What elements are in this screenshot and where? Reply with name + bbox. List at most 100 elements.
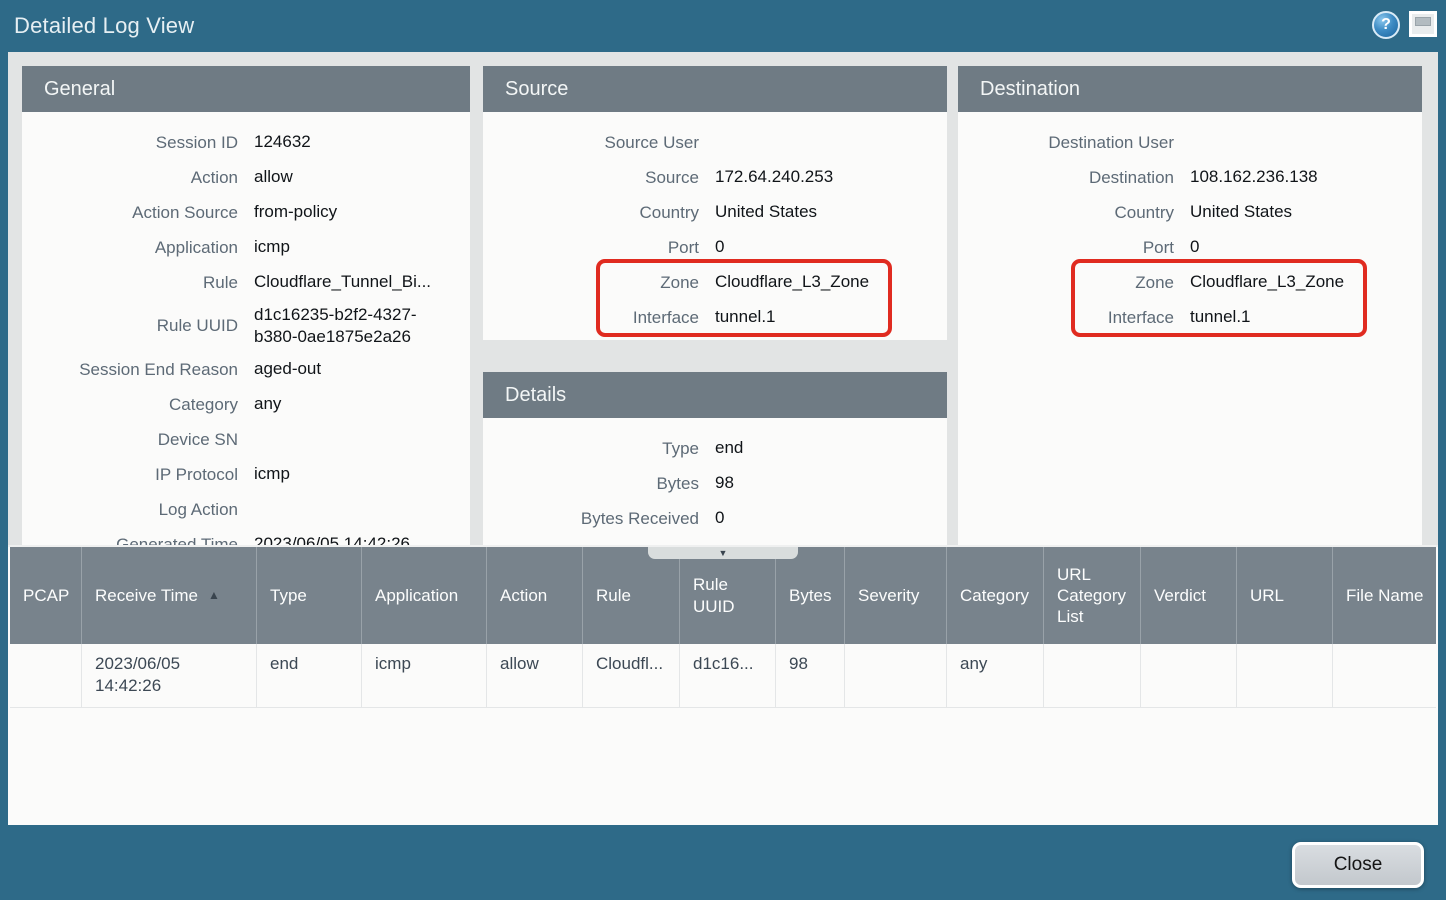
help-icon[interactable]: ? xyxy=(1372,11,1400,39)
collapse-panel-handle[interactable]: ▼ xyxy=(648,547,798,559)
field-label: Session ID xyxy=(28,133,238,153)
cell-verdict xyxy=(1141,644,1237,707)
cell-bytes: 98 xyxy=(776,644,845,707)
field-value: United States xyxy=(1190,201,1292,223)
column-header-pcap[interactable]: PCAP xyxy=(10,547,82,644)
field-row: ZoneCloudflare_L3_Zone xyxy=(489,265,931,300)
cell-receive-time: 2023/06/05 14:42:26 xyxy=(82,644,257,707)
field-value: 98 xyxy=(715,472,734,494)
panel-source-header: Source xyxy=(483,66,947,112)
field-label: Session End Reason xyxy=(28,360,238,380)
field-row: Log Action xyxy=(28,492,454,527)
field-label: Rule xyxy=(28,273,238,293)
field-label: Log Action xyxy=(28,500,238,520)
field-value: 0 xyxy=(715,507,724,529)
field-value: from-policy xyxy=(254,201,337,223)
field-label: Action Source xyxy=(28,203,238,223)
field-value: 0 xyxy=(715,236,724,258)
panel-general: General Session ID124632 Action allow Act… xyxy=(22,66,470,545)
field-value: any xyxy=(254,393,281,415)
panel-general-header: General xyxy=(22,66,470,112)
cell-severity xyxy=(845,644,947,707)
field-row: Generated Time 2023/06/05 14:42:26 xyxy=(28,527,454,545)
field-label: Application xyxy=(28,238,238,258)
column-header-receive-time[interactable]: Receive Time▲ xyxy=(82,547,257,644)
field-label: Category xyxy=(28,395,238,415)
field-value: d1c16235-b2f2-4327-b380-0ae1875e2a26 xyxy=(254,304,442,348)
field-row: Rule UUID d1c16235-b2f2-4327-b380-0ae1875… xyxy=(28,300,454,352)
field-value: tunnel.1 xyxy=(715,306,776,328)
field-label: Bytes Received xyxy=(489,509,699,529)
field-label: Port xyxy=(964,238,1174,258)
window-restore-icon-inner xyxy=(1415,17,1431,26)
column-header-url-category-list[interactable]: URL Category List xyxy=(1044,547,1141,644)
field-value: Cloudflare_Tunnel_Bi... xyxy=(254,271,431,293)
field-label: Action xyxy=(28,168,238,188)
field-value: end xyxy=(715,437,743,459)
field-label: Generated Time xyxy=(28,535,238,546)
field-row: Device SN xyxy=(28,422,454,457)
column-header-rule-uuid[interactable]: Rule UUID xyxy=(680,547,776,644)
column-header-severity[interactable]: Severity xyxy=(845,547,947,644)
panel-destination: Destination Destination User Destination… xyxy=(958,66,1422,545)
field-value: icmp xyxy=(254,236,290,258)
field-value: icmp xyxy=(254,463,290,485)
field-value: 0 xyxy=(1190,236,1199,258)
field-value: 108.162.236.138 xyxy=(1190,166,1318,188)
cell-file-name xyxy=(1333,644,1436,707)
field-value: tunnel.1 xyxy=(1190,306,1251,328)
field-row: Application icmp xyxy=(28,230,454,265)
field-label: Country xyxy=(489,203,699,223)
log-table: ▼ PCAP Receive Time▲ Type Application Ac… xyxy=(8,545,1438,825)
panel-destination-header: Destination xyxy=(958,66,1422,112)
chevron-down-icon: ▼ xyxy=(719,549,728,558)
column-header-type[interactable]: Type xyxy=(257,547,362,644)
field-label: Port xyxy=(489,238,699,258)
log-table-row[interactable]: 2023/06/05 14:42:26 end icmp allow Cloud… xyxy=(10,644,1436,708)
window-restore-icon[interactable] xyxy=(1409,11,1437,37)
field-row: Interface tunnel.1 xyxy=(489,300,931,335)
field-value: aged-out xyxy=(254,358,321,380)
field-label: Destination xyxy=(964,168,1174,188)
field-label: Rule UUID xyxy=(28,316,238,336)
field-value: Cloudflare_L3_Zone xyxy=(1190,271,1344,293)
panel-details-body: Typeend Bytes98 Bytes Received0 xyxy=(483,418,947,545)
cell-action: allow xyxy=(487,644,583,707)
field-row: Session ID124632 xyxy=(28,125,454,160)
cell-rule: Cloudfl... xyxy=(583,644,680,707)
field-label: IP Protocol xyxy=(28,465,238,485)
field-row: Rule Cloudflare_Tunnel_Bi... xyxy=(28,265,454,300)
field-label: Device SN xyxy=(28,430,238,450)
help-glyph: ? xyxy=(1381,16,1391,34)
field-value: 2023/06/05 14:42:26 xyxy=(254,533,410,545)
field-row: Action allow xyxy=(28,160,454,195)
field-value: 172.64.240.253 xyxy=(715,166,833,188)
field-value: allow xyxy=(254,166,293,188)
panel-destination-body: Destination User Destination 108.162.236.… xyxy=(958,112,1422,545)
column-header-rule[interactable]: Rule xyxy=(583,547,680,644)
field-row: Port 0 xyxy=(489,230,931,265)
column-header-file-name[interactable]: File Name xyxy=(1333,547,1436,644)
cell-pcap xyxy=(10,644,82,707)
column-header-bytes[interactable]: Bytes xyxy=(776,547,845,644)
cell-application: icmp xyxy=(362,644,487,707)
field-label: Interface xyxy=(964,308,1174,328)
column-header-category[interactable]: Category xyxy=(947,547,1044,644)
dialog-title: Detailed Log View xyxy=(14,13,194,39)
column-header-verdict[interactable]: Verdict xyxy=(1141,547,1237,644)
panel-general-body: Session ID124632 Action allow Action Sour… xyxy=(22,112,470,545)
field-value: United States xyxy=(715,201,817,223)
field-label: Source User xyxy=(489,133,699,153)
field-label: Interface xyxy=(489,308,699,328)
field-row: Typeend xyxy=(489,431,931,466)
field-label: Destination User xyxy=(964,133,1174,153)
field-row: Category any xyxy=(28,387,454,422)
column-header-url[interactable]: URL xyxy=(1237,547,1333,644)
column-header-application[interactable]: Application xyxy=(362,547,487,644)
field-label: Zone xyxy=(489,273,699,293)
cell-category: any xyxy=(947,644,1044,707)
panel-source: Source Source User Source172.64.240.253 … xyxy=(483,66,947,340)
field-row: Source User xyxy=(489,125,931,160)
column-header-action[interactable]: Action xyxy=(487,547,583,644)
close-button[interactable]: Close xyxy=(1292,842,1424,888)
